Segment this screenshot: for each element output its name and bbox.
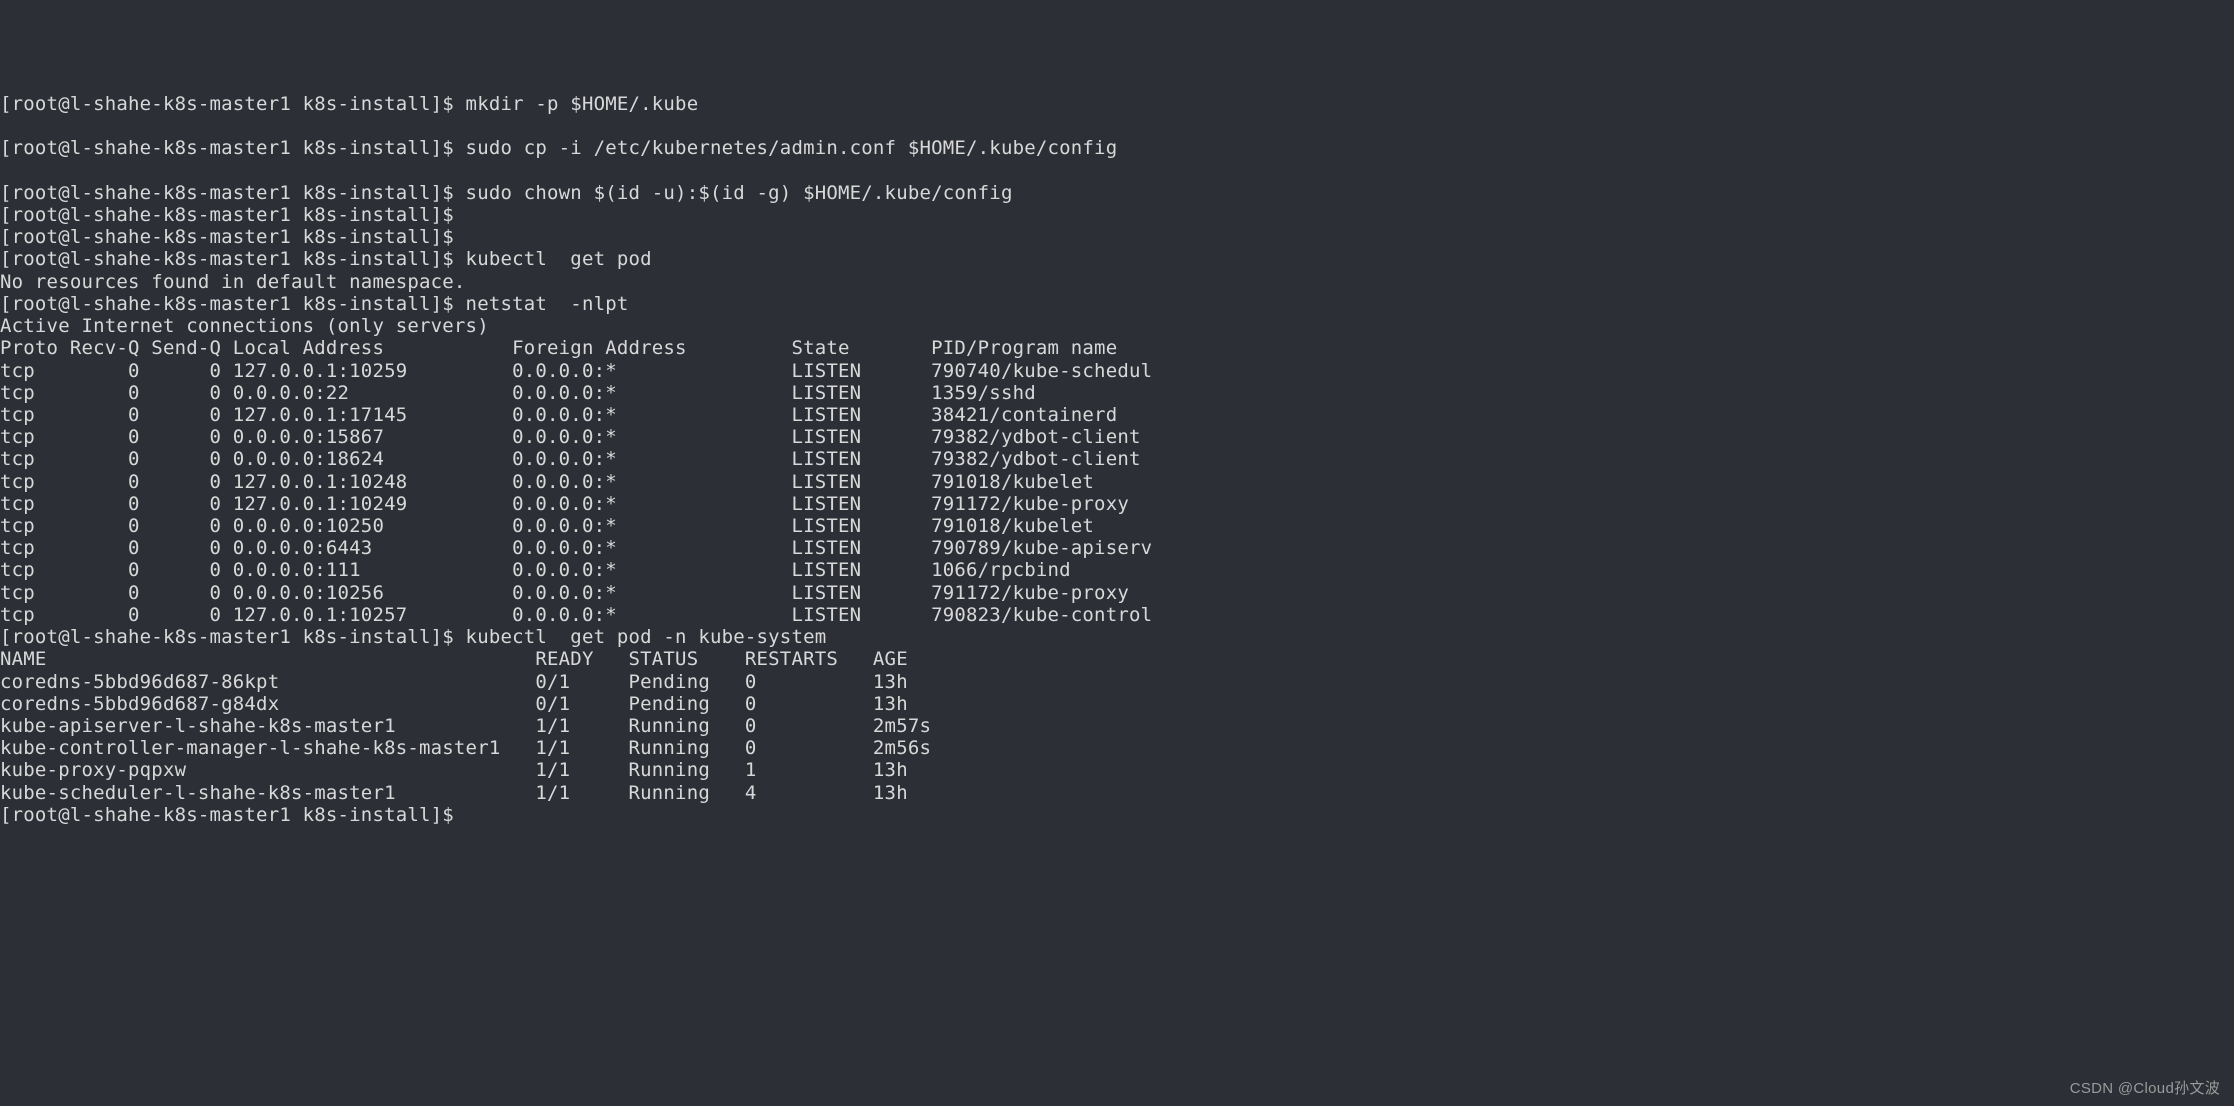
terminal-output[interactable]: [root@l-shahe-k8s-master1 k8s-install]$ … [0,89,2234,826]
watermark: CSDN @Cloud孙文波 [2070,1080,2220,1098]
